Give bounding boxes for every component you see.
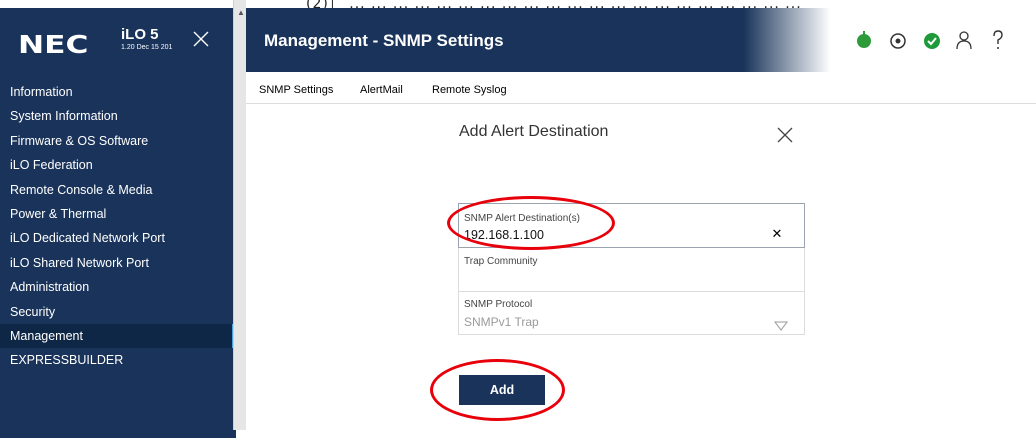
sidebar-item-remote-console-media[interactable]: Remote Console & Media (0, 178, 236, 202)
clear-icon[interactable]: ✕ (770, 226, 784, 242)
trap-community-label: Trap Community (464, 256, 538, 267)
snmp-alert-destination-value[interactable]: 192.168.1.100 (464, 228, 544, 242)
snmp-protocol-select[interactable]: SNMP Protocol SNMPv1 Trap (458, 292, 805, 335)
tab-alertmail[interactable]: AlertMail (360, 84, 403, 96)
snmp-alert-destination-label: SNMP Alert Destination(s) (464, 213, 580, 224)
sidebar-item-information[interactable]: Information (0, 80, 236, 104)
sidebar-close-icon[interactable] (190, 28, 212, 50)
product-name: iLO 5 (121, 26, 159, 43)
health-ok-icon[interactable] (920, 28, 944, 52)
snmp-protocol-label: SNMP Protocol (464, 299, 533, 310)
firmware-version: 1.20 Dec 15 201 (121, 44, 173, 51)
locator-target-icon[interactable] (886, 28, 910, 52)
alert-destination-form: SNMP Alert Destination(s) 192.168.1.100 … (458, 203, 805, 335)
add-button[interactable]: Add (459, 375, 545, 405)
tab-bar: SNMP Settings AlertMail Remote Syslog (246, 72, 1036, 104)
sidebar-item-power-thermal[interactable]: Power & Thermal (0, 202, 236, 226)
sidebar-item-ilo-shared-network-port[interactable]: iLO Shared Network Port (0, 251, 236, 275)
scroll-up-arrow-icon[interactable]: ▲ (236, 8, 246, 18)
dialog-title: Add Alert Destination (459, 123, 609, 140)
power-status-icon[interactable] (852, 28, 876, 52)
tab-remote-syslog[interactable]: Remote Syslog (432, 84, 507, 96)
sidebar-scrollbar[interactable] (233, 0, 246, 430)
sidebar-item-administration[interactable]: Administration (0, 275, 236, 299)
user-icon[interactable] (952, 28, 976, 52)
trap-community-field[interactable]: Trap Community (458, 248, 805, 292)
brand-area: NEC iLO 5 1.20 Dec 15 201 (0, 8, 236, 78)
sidebar-item-management[interactable]: Management (0, 323, 236, 349)
dropdown-arrow-icon[interactable] (774, 318, 788, 331)
sidebar-item-security[interactable]: Security (0, 300, 236, 324)
help-icon[interactable] (986, 28, 1010, 52)
sidebar-item-expressbuilder[interactable]: EXPRESSBUILDER (0, 348, 236, 372)
tab-snmp-settings[interactable]: SNMP Settings (259, 84, 333, 96)
sidebar-item-firmware-os-software[interactable]: Firmware & OS Software (0, 129, 236, 153)
snmp-protocol-value: SNMPv1 Trap (464, 315, 539, 329)
snmp-alert-destination-field[interactable]: SNMP Alert Destination(s) 192.168.1.100 … (458, 203, 805, 248)
sidebar-item-ilo-federation[interactable]: iLO Federation (0, 153, 236, 177)
page-title: Management - SNMP Settings (264, 31, 504, 50)
sidebar-item-ilo-dedicated-network-port[interactable]: iLO Dedicated Network Port (0, 226, 236, 250)
sidebar-item-system-information[interactable]: System Information (0, 104, 236, 128)
page-header: Management - SNMP Settings (246, 8, 1036, 72)
sidebar-nav: Information System Information Firmware … (0, 80, 236, 373)
nec-logo: NEC (18, 30, 89, 59)
dialog-close-icon[interactable] (775, 125, 795, 145)
sidebar: NEC iLO 5 1.20 Dec 15 201 Information Sy… (0, 8, 236, 438)
